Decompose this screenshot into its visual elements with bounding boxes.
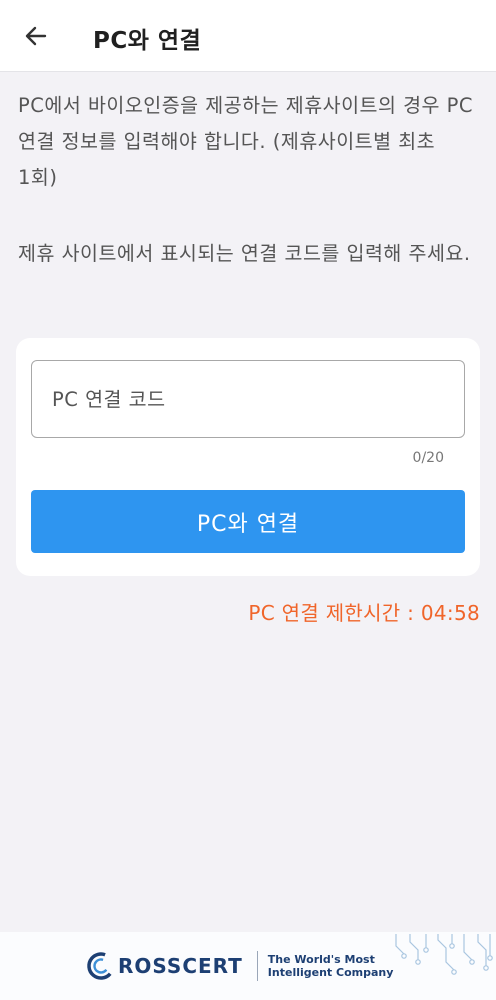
tagline-line-2: Intelligent Company (267, 966, 394, 979)
instruction-text: 제휴 사이트에서 표시되는 연결 코드를 입력해 주세요. (18, 242, 471, 265)
connect-pc-button[interactable]: PC와 연결 (31, 490, 465, 553)
brand-tagline: The World's Most Intelligent Company (268, 953, 394, 979)
connect-card: 0/20 PC와 연결 (16, 338, 480, 576)
character-counter: 0/20 (412, 450, 444, 466)
footer: ROSSCERT The World's Most Intelligent Co… (0, 932, 496, 1000)
circuit-decoration-icon (395, 934, 493, 975)
arrow-left-icon (25, 26, 47, 46)
tagline-line-1: The World's Most (267, 953, 375, 966)
app-header: PC와 연결 (0, 0, 496, 72)
page-title: PC와 연결 (93, 28, 202, 54)
intro-text: PC에서 바이오인증을 제공하는 제휴사이트의 경우 PC 연결 정보를 입력해… (18, 94, 474, 189)
crosscert-brand: ROSSCERT The World's Most Intelligent Co… (86, 948, 393, 984)
crosscert-logo: ROSSCERT (86, 951, 243, 981)
back-button[interactable] (14, 16, 58, 56)
pc-connection-code-input[interactable] (31, 360, 465, 438)
connection-time-limit: PC 연결 제한시간 : 04:58 (248, 601, 480, 625)
brand-name: ROSSCERT (118, 954, 243, 978)
crosscert-emblem-icon (87, 952, 115, 980)
brand-divider (256, 951, 258, 981)
